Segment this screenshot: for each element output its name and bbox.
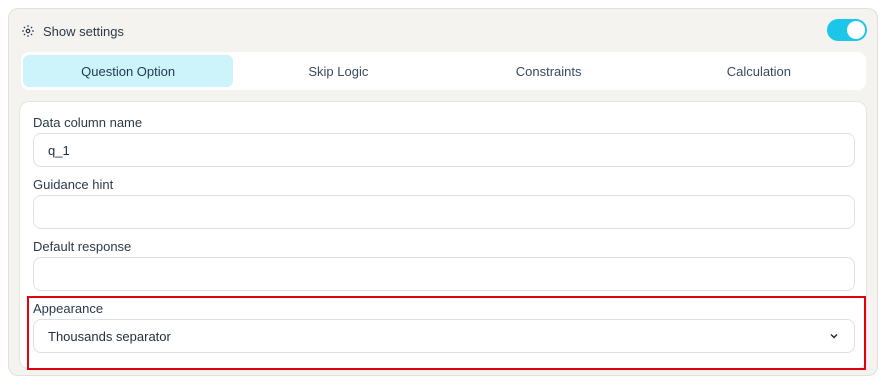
tab-bar: Question Option Skip Logic Constraints C… bbox=[21, 52, 866, 90]
toggle-knob bbox=[847, 21, 865, 39]
data-column-name-value: q_1 bbox=[48, 142, 70, 158]
appearance-select[interactable]: Thousands separator bbox=[33, 319, 855, 353]
appearance-label: Appearance bbox=[33, 301, 104, 316]
tab-skip-logic[interactable]: Skip Logic bbox=[233, 55, 443, 87]
default-response-label: Default response bbox=[33, 239, 132, 254]
default-response-input[interactable] bbox=[33, 257, 855, 291]
settings-panel: Show settings Question Option Skip Logic… bbox=[8, 8, 878, 376]
gear-icon bbox=[22, 25, 34, 37]
data-column-name-label: Data column name bbox=[33, 115, 143, 130]
guidance-hint-input[interactable] bbox=[33, 195, 855, 229]
data-column-name-input[interactable]: q_1 bbox=[33, 133, 855, 167]
guidance-hint-label: Guidance hint bbox=[33, 177, 114, 192]
tab-constraints[interactable]: Constraints bbox=[444, 55, 654, 87]
tab-question-option[interactable]: Question Option bbox=[23, 55, 234, 87]
chevron-down-icon bbox=[830, 333, 838, 339]
question-option-form: Data column name q_1 Guidance hint Defau… bbox=[19, 101, 867, 369]
appearance-selected: Thousands separator bbox=[48, 328, 171, 344]
settings-toggle[interactable] bbox=[827, 19, 867, 41]
tab-calculation[interactable]: Calculation bbox=[654, 55, 864, 87]
settings-title: Show settings bbox=[43, 23, 124, 39]
settings-header: Show settings bbox=[21, 21, 124, 41]
